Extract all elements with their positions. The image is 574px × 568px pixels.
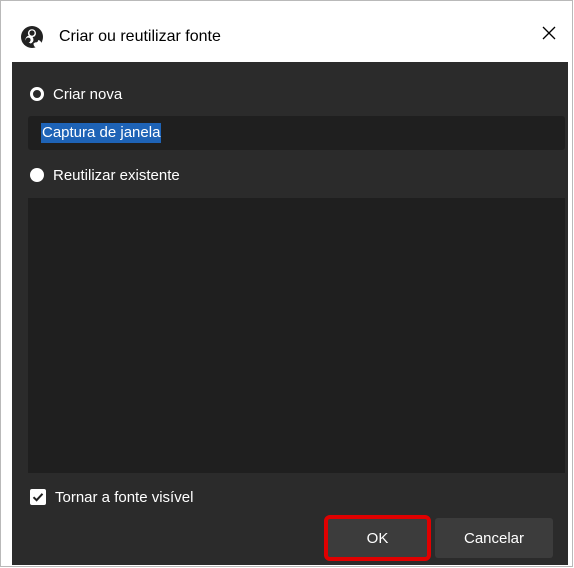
ok-button[interactable]: OK	[324, 515, 431, 561]
close-button[interactable]	[526, 13, 572, 53]
radio-selected-icon	[30, 87, 44, 101]
dialog-content: Criar nova Captura de janela Reutilizar …	[12, 62, 568, 565]
title-bar: Criar ou reutilizar fonte	[1, 1, 572, 61]
dialog-window: Criar ou reutilizar fonte Criar nova Cap…	[0, 0, 573, 567]
checkmark-icon	[32, 493, 44, 502]
obs-logo-icon	[21, 26, 43, 48]
source-name-value: Captura de janela	[41, 123, 162, 143]
make-visible-label: Tornar a fonte visível	[55, 488, 194, 506]
radio-unselected-icon	[30, 168, 44, 182]
cancel-button[interactable]: Cancelar	[435, 518, 553, 558]
reuse-existing-radio[interactable]: Reutilizar existente	[30, 164, 180, 186]
create-new-label: Criar nova	[53, 85, 123, 103]
window-title: Criar ou reutilizar fonte	[59, 28, 221, 45]
create-new-radio[interactable]: Criar nova	[30, 83, 122, 105]
close-icon	[542, 26, 556, 40]
reuse-existing-label: Reutilizar existente	[53, 166, 180, 184]
checkbox-checked-icon	[30, 489, 46, 505]
existing-sources-list[interactable]	[28, 198, 565, 473]
source-name-input[interactable]: Captura de janela	[28, 116, 565, 150]
make-visible-checkbox[interactable]: Tornar a fonte visível	[30, 486, 193, 508]
